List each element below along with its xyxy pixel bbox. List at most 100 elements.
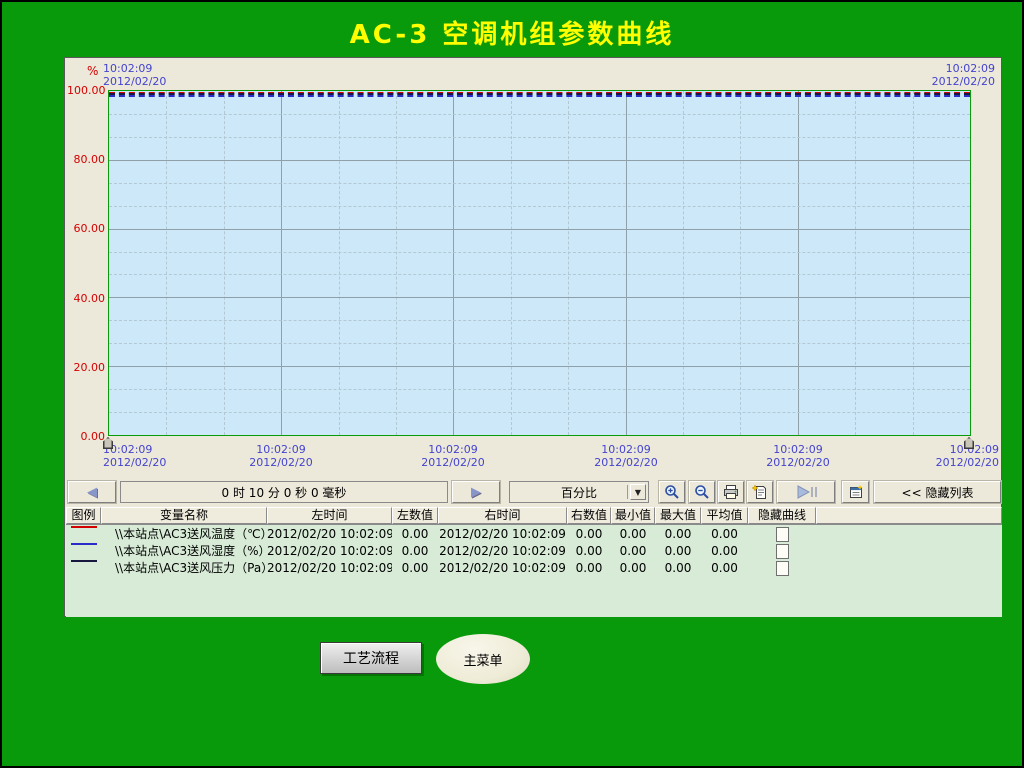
grid-hline-minor	[109, 320, 970, 321]
header-right-value[interactable]: 右数值	[567, 507, 611, 524]
report-settings-button[interactable]	[842, 481, 869, 503]
new-report-button[interactable]	[747, 481, 773, 503]
y-tick-label: 40.00	[67, 292, 105, 305]
legend-line-blue	[71, 543, 97, 545]
grid-vline-major	[281, 91, 282, 435]
step-back-arrow-icon: ◀	[87, 485, 97, 500]
grid-vline-minor	[511, 91, 512, 435]
end-date: 2012/02/20	[932, 75, 995, 88]
plot-start-timestamp: 10:02:09 2012/02/20	[103, 62, 166, 88]
hide-list-button[interactable]: << 隐藏列表	[874, 481, 1001, 503]
trend-curve	[109, 95, 970, 97]
plot-end-timestamp: 10:02:09 2012/02/20	[932, 62, 995, 88]
grid-hline-minor	[109, 206, 970, 207]
header-avg-value[interactable]: 平均值	[701, 507, 748, 524]
right-cursor-handle[interactable]	[964, 437, 974, 449]
header-max-value[interactable]: 最大值	[655, 507, 701, 524]
grid-vline-major	[626, 91, 627, 435]
right-time: 2012/02/20 10:02:09	[438, 543, 567, 560]
header-min-value[interactable]: 最小值	[611, 507, 655, 524]
x-tick-label: 10:02:09 2012/02/20	[221, 443, 341, 469]
right-value: 0.00	[567, 543, 611, 560]
print-button[interactable]	[718, 481, 744, 503]
dropdown-separator	[627, 485, 628, 499]
variable-table-body: \\本站点\AC3送风温度（℃） 2012/02/20 10:02:09 0.0…	[66, 524, 1002, 617]
y-tick-label: 60.00	[67, 222, 105, 235]
right-value: 0.00	[567, 526, 611, 543]
grid-hline-minor	[109, 183, 970, 184]
header-var-name[interactable]: 变量名称	[101, 507, 267, 524]
play-pause-button[interactable]	[777, 481, 835, 503]
header-filler	[816, 507, 1002, 524]
table-row[interactable]: \\本站点\AC3送风压力（Pa） 2012/02/20 10:02:09 0.…	[66, 560, 1002, 577]
avg-value: 0.00	[701, 543, 748, 560]
end-time: 10:02:09	[932, 62, 995, 75]
grid-hline-minor	[109, 412, 970, 413]
grid-vline-minor	[166, 91, 167, 435]
hide-curve-checkbox[interactable]	[776, 561, 789, 576]
y-tick-label: 100.00	[67, 84, 105, 97]
main-menu-button[interactable]: 主菜单	[436, 634, 530, 684]
table-row[interactable]: \\本站点\AC3送风湿度（%） 2012/02/20 10:02:09 0.0…	[66, 543, 1002, 560]
start-date: 2012/02/20	[103, 75, 166, 88]
printer-icon	[723, 484, 739, 500]
header-right-time[interactable]: 右时间	[438, 507, 567, 524]
left-value: 0.00	[392, 526, 438, 543]
trend-toolbar: ◀ 0 时 10 分 0 秒 0 毫秒 ▶ 百分比 ▼	[66, 480, 1002, 505]
grid-hline-minor	[109, 274, 970, 275]
left-time: 2012/02/20 10:02:09	[267, 543, 392, 560]
grid-vline-minor	[855, 91, 856, 435]
max-value: 0.00	[655, 543, 701, 560]
zoom-out-button[interactable]	[689, 481, 715, 503]
header-left-time[interactable]: 左时间	[267, 507, 392, 524]
grid-hline-major	[109, 366, 970, 367]
var-name: \\本站点\AC3送风压力（Pa）	[101, 560, 267, 577]
grid-hline-major	[109, 229, 970, 230]
header-hide-curve[interactable]: 隐藏曲线	[748, 507, 816, 524]
grid-hline-minor	[109, 137, 970, 138]
report-settings-icon	[848, 484, 864, 500]
x-tick-label: 10:02:09 2012/02/20	[393, 443, 513, 469]
x-tick-label: 10:02:09 2012/02/20	[879, 443, 999, 469]
grid-vline-major	[453, 91, 454, 435]
start-time: 10:02:09	[103, 62, 166, 75]
grid-vline-major	[798, 91, 799, 435]
step-forward-button[interactable]: ▶	[452, 481, 500, 503]
grid-hline-major	[109, 160, 970, 161]
table-row[interactable]: \\本站点\AC3送风温度（℃） 2012/02/20 10:02:09 0.0…	[66, 526, 1002, 543]
play-pause-icon	[793, 485, 819, 499]
left-time: 2012/02/20 10:02:09	[267, 526, 392, 543]
grid-vline-minor	[913, 91, 914, 435]
left-time: 2012/02/20 10:02:09	[267, 560, 392, 577]
trend-plot-area[interactable]	[108, 90, 971, 436]
avg-value: 0.00	[701, 526, 748, 543]
process-flow-button[interactable]: 工艺流程	[320, 642, 422, 674]
legend-line-red	[71, 526, 97, 528]
step-back-button[interactable]: ◀	[68, 481, 116, 503]
grid-hline-minor	[109, 114, 970, 115]
hide-curve-checkbox[interactable]	[776, 544, 789, 559]
left-value: 0.00	[392, 560, 438, 577]
grid-vline-minor	[339, 91, 340, 435]
zoom-in-button[interactable]	[659, 481, 685, 503]
max-value: 0.00	[655, 526, 701, 543]
x-tick-label: 10:02:09 2012/02/20	[566, 443, 686, 469]
legend-line-black	[71, 560, 97, 562]
header-left-value[interactable]: 左数值	[392, 507, 438, 524]
zoom-out-magnifier-icon	[694, 484, 710, 500]
y-tick-label: 20.00	[67, 361, 105, 374]
grid-vline-minor	[568, 91, 569, 435]
time-span-field[interactable]: 0 时 10 分 0 秒 0 毫秒	[120, 481, 448, 503]
hide-curve-checkbox[interactable]	[776, 527, 789, 542]
header-legend[interactable]: 图例	[66, 507, 101, 524]
dropdown-arrow-icon[interactable]: ▼	[630, 484, 646, 500]
min-value: 0.00	[611, 543, 655, 560]
right-value: 0.00	[567, 560, 611, 577]
step-forward-arrow-icon: ▶	[471, 485, 481, 500]
display-mode-dropdown[interactable]: 百分比 ▼	[509, 481, 649, 503]
grid-hline-major	[109, 297, 970, 298]
trend-panel: % 10:02:09 2012/02/20 10:02:09 2012/02/2…	[64, 57, 1002, 617]
var-name: \\本站点\AC3送风湿度（%）	[101, 543, 267, 560]
min-value: 0.00	[611, 526, 655, 543]
page-title: AC-3 空调机组参数曲线	[2, 14, 1022, 51]
